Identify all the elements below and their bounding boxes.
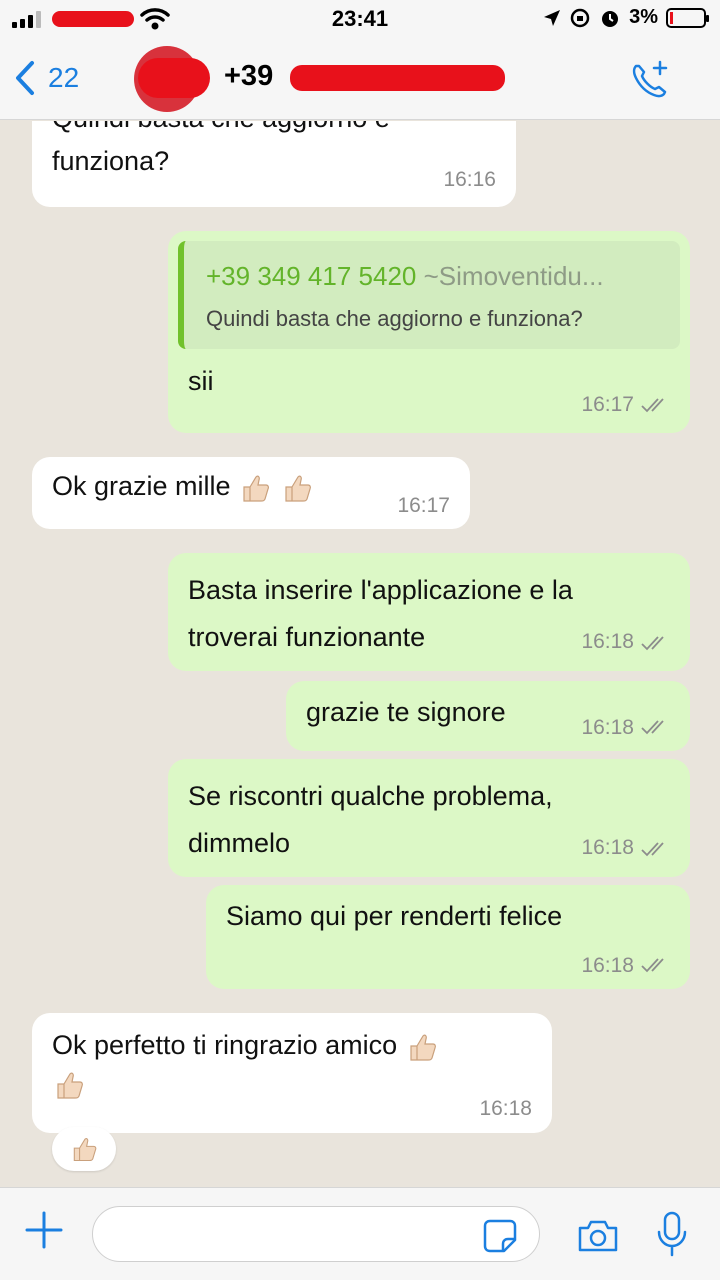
status-bar: 23:41 3% (0, 0, 720, 40)
message-time: 16:18 (581, 715, 634, 739)
microphone-icon[interactable] (656, 1210, 688, 1258)
message-text: Basta inserire l'applicazione e la (188, 575, 573, 605)
message-incoming[interactable]: Ok perfetto ti ringrazio amico 16:18 (32, 1013, 552, 1133)
camera-icon[interactable] (576, 1218, 620, 1254)
back-button[interactable]: 22 (14, 60, 79, 96)
thumbs-up-icon (243, 475, 270, 502)
message-time: 16:18 (581, 836, 634, 860)
message-time: 16:17 (397, 493, 450, 517)
message-text: funziona? (52, 146, 170, 177)
message-time: 16:17 (581, 393, 634, 417)
contact-name[interactable]: +39 (224, 60, 273, 93)
quote-text: Quindi basta che aggiorno e funziona? (206, 306, 583, 331)
message-outgoing[interactable]: Basta inserire l'applicazione e la trove… (168, 553, 690, 671)
chevron-left-icon (16, 61, 34, 95)
plus-icon[interactable] (24, 1210, 64, 1250)
alarm-icon (602, 10, 619, 27)
quote-number: +39 349 417 5420 (206, 261, 417, 291)
unread-count: 22 (48, 62, 80, 93)
double-check-icon (641, 720, 664, 735)
message-incoming[interactable]: Quindi basta che aggiorno e funziona? 16… (32, 121, 516, 207)
message-outgoing[interactable]: Siamo qui per renderti felice 16:18 (206, 885, 690, 989)
message-reaction[interactable] (52, 1127, 116, 1171)
message-outgoing[interactable]: +39 349 417 5420 ~Simoventidu... Quindi … (168, 231, 690, 433)
double-check-icon (641, 842, 664, 856)
message-input[interactable] (92, 1206, 540, 1262)
orientation-lock-icon (570, 8, 590, 27)
message-incoming[interactable]: Ok grazie mille 16:17 (32, 457, 470, 529)
composer-bar (0, 1187, 720, 1280)
message-time: 16:18 (581, 630, 634, 654)
quoted-message[interactable]: +39 349 417 5420 ~Simoventidu... Quindi … (178, 241, 680, 349)
thumbs-up-icon (57, 1072, 83, 1099)
quote-name: ~Simoventidu... (423, 261, 604, 291)
name-redaction (290, 65, 505, 91)
thumbs-up-icon (284, 475, 311, 502)
message-text: Ok perfetto ti ringrazio amico (52, 1030, 398, 1060)
status-right: 3% (543, 6, 709, 29)
double-check-icon (641, 636, 664, 650)
avatar-redaction (138, 58, 210, 98)
sticker-icon[interactable] (482, 1218, 518, 1254)
message-text: Ok grazie mille (52, 471, 231, 501)
double-check-icon (641, 398, 664, 413)
chat-header: 22 +39 (0, 40, 720, 120)
message-text: grazie te signore (306, 697, 506, 727)
thumbs-up-icon (410, 1034, 436, 1061)
message-text: Se riscontri qualche problema, (188, 781, 553, 811)
message-text: Siamo qui per renderti felice (226, 901, 563, 931)
battery-icon (666, 7, 709, 28)
phone-plus-icon[interactable] (628, 58, 672, 102)
message-outgoing[interactable]: Se riscontri qualche problema, dimmelo 1… (168, 759, 690, 877)
message-text: Quindi basta che aggiorno e (52, 121, 496, 140)
message-outgoing[interactable]: grazie te signore 16:18 (286, 681, 690, 751)
message-time: 16:18 (581, 953, 634, 977)
thumbs-up-icon (73, 1138, 97, 1161)
double-check-icon (641, 958, 664, 973)
battery-percent: 3% (629, 6, 658, 28)
message-time: 16:16 (443, 168, 496, 192)
location-icon (544, 9, 561, 26)
message-time: 16:18 (479, 1096, 532, 1120)
chat-area: Quindi basta che aggiorno e funziona? 16… (0, 121, 720, 1187)
